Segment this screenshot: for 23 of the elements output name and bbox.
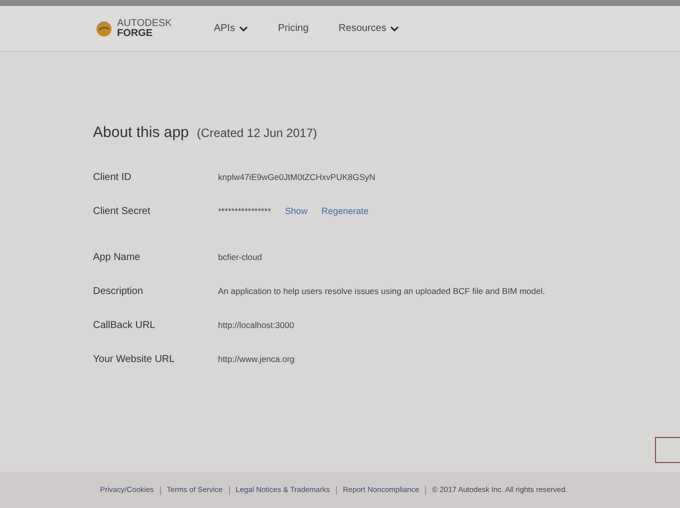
field-value: ****************: [218, 205, 271, 218]
logo-subtext: FORGE: [117, 28, 154, 38]
field-value: http://localhost:3000: [218, 319, 294, 332]
created-date: (Created 12 Jun 2017): [196, 125, 317, 142]
action-link[interactable]: Regenerate: [321, 204, 368, 218]
field-label: CallBack URL: [93, 319, 156, 333]
nav-link[interactable]: APIs: [214, 21, 248, 36]
nav-link[interactable]: Pricing: [278, 21, 309, 36]
logo-text: AUTODESK: [117, 18, 172, 28]
action-link[interactable]: Show: [284, 204, 308, 218]
logo-icon: [96, 20, 112, 36]
field-value: http://www.jenca.org: [218, 353, 295, 366]
field-label: App Name: [93, 251, 142, 265]
partial-button[interactable]: [655, 436, 680, 462]
field-label: Your Website URL: [93, 353, 176, 367]
page-title: About this app: [93, 123, 189, 143]
field-value: An application to help users resolve issues using an uploaded BCF file and BIM model.: [218, 285, 545, 298]
field-label: Client ID: [93, 171, 132, 185]
field-label: Description: [93, 285, 144, 299]
field-value: bcfier-cloud: [218, 251, 262, 264]
field-value: knplw47iE9wGe0JtM0tZCHxvPUK8GSyN: [218, 171, 376, 184]
nav-link[interactable]: Resources: [338, 21, 400, 36]
field-label: Client Secret: [93, 205, 152, 219]
